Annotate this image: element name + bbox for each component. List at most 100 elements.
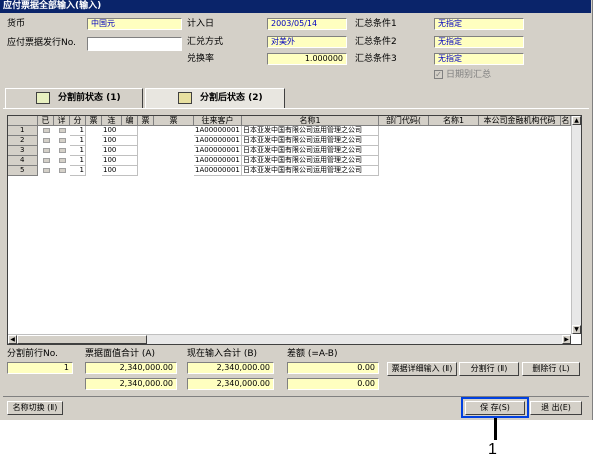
col-header[interactable]: 名 [561, 116, 571, 126]
seq-cell[interactable]: 100 [102, 166, 138, 176]
row-checkbox[interactable] [59, 168, 66, 173]
scroll-left-icon[interactable]: ◀ [8, 335, 17, 344]
col-header[interactable]: 已 [38, 116, 54, 126]
name-cell[interactable]: 日本亚发中国有限公司运用管理之公司 [242, 166, 379, 176]
note-no-label: 应付票据发行No. [7, 38, 76, 48]
split-row-field[interactable]: 1 [7, 362, 73, 374]
booking-date-field[interactable]: 2003/05/14 [267, 18, 347, 30]
input-total-field-2: 2,340,000.00 [187, 378, 274, 390]
horizontal-scrollbar[interactable]: ◀ ▶ [8, 334, 571, 344]
split-cell[interactable]: 1 [70, 166, 86, 176]
row-number: 1 [8, 126, 38, 136]
date-summary-checkbox[interactable]: ✓ [434, 70, 443, 79]
row-checkbox[interactable] [43, 148, 50, 153]
booking-date-label: 计入日 [187, 19, 215, 29]
col-header[interactable]: 分 [70, 116, 86, 126]
date-summary-label: 日期别汇总 [446, 70, 492, 80]
split-cell[interactable]: 1 [70, 146, 86, 156]
callout-line [494, 418, 497, 440]
partner-cell[interactable]: 1A00000001 [194, 136, 242, 146]
seq-cell[interactable]: 100 [102, 126, 138, 136]
fx-method-label: 汇兑方式 [187, 37, 224, 47]
currency-field[interactable]: 中国元 [87, 18, 182, 30]
note-no-field[interactable] [87, 37, 182, 51]
cond3-field[interactable]: 无指定 [434, 53, 524, 65]
split-cell[interactable]: 1 [70, 126, 86, 136]
split-cell[interactable]: 1 [70, 136, 86, 146]
partner-cell[interactable]: 1A00000001 [194, 126, 242, 136]
row-number: 4 [8, 156, 38, 166]
note-detail-button[interactable]: 票据详细输入 (Ⅱ) [387, 362, 457, 376]
app-window: 应付票据全部输入(输入) 货币 中国元 应付票据发行No. 计入日 2003/0… [0, 0, 593, 420]
exit-button[interactable]: 退 出(E) [530, 401, 582, 415]
callout-number: 1 [488, 441, 497, 458]
seq-cell[interactable]: 100 [102, 156, 138, 166]
seq-cell[interactable]: 100 [102, 146, 138, 156]
row-checkbox[interactable] [59, 158, 66, 163]
row-checkbox[interactable] [59, 128, 66, 133]
col-header[interactable]: 票 [154, 116, 194, 126]
tab-divider [3, 108, 589, 109]
currency-label: 货币 [7, 19, 26, 29]
col-header[interactable]: 本公司金融机构代码 [479, 116, 561, 126]
row-number: 5 [8, 166, 38, 176]
cond1-field[interactable]: 无指定 [434, 18, 524, 30]
scroll-right-icon[interactable]: ▶ [562, 335, 571, 344]
window-title: 应付票据全部输入(输入) [0, 0, 591, 13]
cond1-label: 汇总条件1 [355, 19, 397, 29]
col-header[interactable]: 连 [102, 116, 122, 126]
row-checkbox[interactable] [59, 148, 66, 153]
row-checkbox[interactable] [59, 138, 66, 143]
split-row-button[interactable]: 分割行 (Ⅱ) [459, 362, 519, 376]
scroll-down-icon[interactable]: ▼ [572, 325, 581, 334]
partner-cell[interactable]: 1A00000001 [194, 146, 242, 156]
name-switch-button[interactable]: 名称切换 (Ⅱ) [7, 401, 63, 415]
col-header[interactable]: 票 [138, 116, 154, 126]
partner-cell[interactable]: 1A00000001 [194, 156, 242, 166]
name-cell[interactable]: 日本亚发中国有限公司运用管理之公司 [242, 156, 379, 166]
col-header[interactable]: 详 [54, 116, 70, 126]
grid-corner [8, 116, 38, 126]
name-cell[interactable]: 日本亚发中国有限公司运用管理之公司 [242, 136, 379, 146]
scroll-up-icon[interactable]: ▲ [572, 116, 581, 125]
diff-field-2: 0.00 [287, 378, 379, 390]
tab-after-split[interactable]: 分割后状态 (2) [145, 88, 285, 108]
delete-row-button[interactable]: 删除行 (L) [522, 362, 580, 376]
col-header[interactable]: 编 [122, 116, 138, 126]
split-grid[interactable]: 已 详 分 票 连 编 票 票 往来客户 名称1 部门代码( 名称1 本公司金融… [7, 115, 582, 345]
row-number: 3 [8, 146, 38, 156]
tab-before-split[interactable]: 分割前状态 (1) [5, 88, 143, 108]
tab-before-split-label: 分割前状态 (1) [58, 93, 121, 103]
cond2-field[interactable]: 无指定 [434, 36, 524, 48]
diff-label: 差额 (=A-B) [287, 349, 338, 359]
row-number: 2 [8, 136, 38, 146]
col-header[interactable]: 名称1 [242, 116, 379, 126]
row-checkbox[interactable] [43, 138, 50, 143]
face-total-label: 票据面值合计 (A) [85, 349, 156, 359]
cond2-label: 汇总条件2 [355, 37, 397, 47]
row-checkbox[interactable] [43, 128, 50, 133]
face-total-field-1: 2,340,000.00 [85, 362, 177, 374]
row-checkbox[interactable] [43, 168, 50, 173]
name-cell[interactable]: 日本亚发中国有限公司运用管理之公司 [242, 126, 379, 136]
split-cell[interactable]: 1 [70, 156, 86, 166]
diff-field-1: 0.00 [287, 362, 379, 374]
name-cell[interactable]: 日本亚发中国有限公司运用管理之公司 [242, 146, 379, 156]
col-header[interactable]: 名称1 [429, 116, 479, 126]
seq-cell[interactable]: 100 [102, 136, 138, 146]
tab-after-split-label: 分割后状态 (2) [200, 93, 263, 103]
cond3-label: 汇总条件3 [355, 54, 397, 64]
col-header[interactable]: 部门代码( [379, 116, 429, 126]
split-row-label: 分割前行No. [7, 349, 58, 359]
vertical-scrollbar[interactable]: ▲ ▼ [571, 116, 581, 334]
save-highlight-box [461, 397, 529, 418]
col-header[interactable]: 票 [86, 116, 102, 126]
scroll-thumb[interactable] [17, 335, 147, 344]
partner-cell[interactable]: 1A00000001 [194, 166, 242, 176]
col-header[interactable]: 往来客户 [194, 116, 242, 126]
row-checkbox[interactable] [43, 158, 50, 163]
fx-rate-field[interactable]: 1.000000 [267, 53, 347, 65]
input-total-field-1: 2,340,000.00 [187, 362, 274, 374]
input-total-label: 现在输入合计 (B) [187, 349, 258, 359]
fx-method-field[interactable]: 对美外 [267, 36, 347, 48]
